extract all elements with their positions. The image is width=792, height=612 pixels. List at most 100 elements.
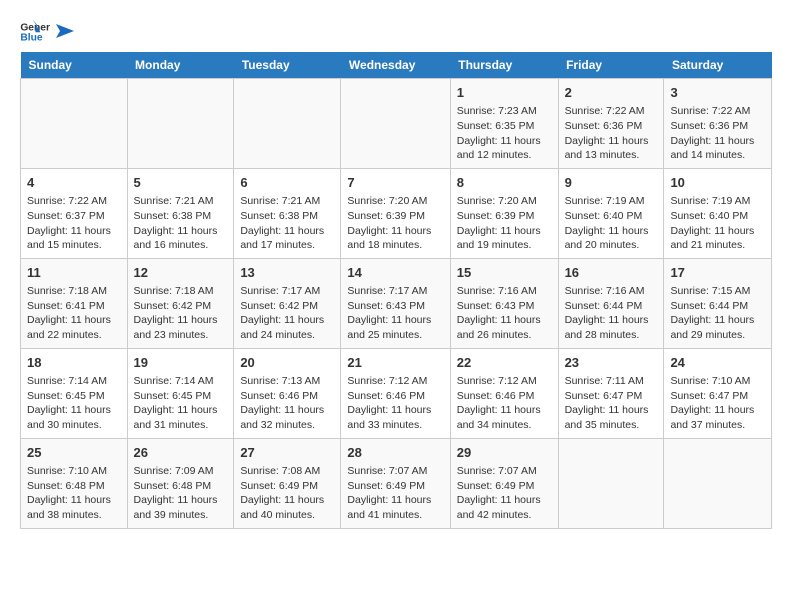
calendar-cell: 27 Sunrise: 7:08 AM Sunset: 6:49 PM Dayli… (234, 438, 341, 528)
day-number: 22 (457, 354, 552, 372)
svg-text:Blue: Blue (20, 33, 43, 42)
cell-content: Sunrise: 7:09 AM Sunset: 6:48 PM Dayligh… (134, 464, 228, 523)
cell-content: Sunrise: 7:07 AM Sunset: 6:49 PM Dayligh… (457, 464, 552, 523)
day-number: 21 (347, 354, 443, 372)
cell-content: Sunrise: 7:21 AM Sunset: 6:38 PM Dayligh… (134, 194, 228, 253)
cell-content: Sunrise: 7:12 AM Sunset: 6:46 PM Dayligh… (457, 374, 552, 433)
calendar-cell: 24 Sunrise: 7:10 AM Sunset: 6:47 PM Dayli… (664, 348, 772, 438)
day-number: 12 (134, 264, 228, 282)
cell-content: Sunrise: 7:22 AM Sunset: 6:36 PM Dayligh… (670, 104, 765, 163)
calendar-cell: 4 Sunrise: 7:22 AM Sunset: 6:37 PM Daylig… (21, 168, 128, 258)
cell-content: Sunrise: 7:11 AM Sunset: 6:47 PM Dayligh… (565, 374, 658, 433)
day-number: 10 (670, 174, 765, 192)
cell-content: Sunrise: 7:18 AM Sunset: 6:42 PM Dayligh… (134, 284, 228, 343)
calendar-cell: 16Sunrise: 7:16 AM Sunset: 6:44 PM Dayli… (558, 258, 664, 348)
calendar-cell (341, 79, 450, 169)
cell-content: Sunrise: 7:14 AM Sunset: 6:45 PM Dayligh… (134, 374, 228, 433)
day-number: 6 (240, 174, 334, 192)
calendar-cell: 8Sunrise: 7:20 AM Sunset: 6:39 PM Daylig… (450, 168, 558, 258)
day-number: 8 (457, 174, 552, 192)
calendar-cell: 17 Sunrise: 7:15 AM Sunset: 6:44 PM Dayli… (664, 258, 772, 348)
day-number: 15 (457, 264, 552, 282)
column-header-friday: Friday (558, 52, 664, 79)
calendar-cell: 20 Sunrise: 7:13 AM Sunset: 6:46 PM Dayli… (234, 348, 341, 438)
cell-content: Sunrise: 7:14 AM Sunset: 6:45 PM Dayligh… (27, 374, 121, 433)
logo-arrow-icon (56, 24, 74, 38)
calendar-cell: 22 Sunrise: 7:12 AM Sunset: 6:46 PM Dayli… (450, 348, 558, 438)
column-header-thursday: Thursday (450, 52, 558, 79)
column-header-tuesday: Tuesday (234, 52, 341, 79)
calendar-cell: 18 Sunrise: 7:14 AM Sunset: 6:45 PM Dayli… (21, 348, 128, 438)
calendar-cell: 26Sunrise: 7:09 AM Sunset: 6:48 PM Dayli… (127, 438, 234, 528)
cell-content: Sunrise: 7:19 AM Sunset: 6:40 PM Dayligh… (565, 194, 658, 253)
calendar-week-row: 4 Sunrise: 7:22 AM Sunset: 6:37 PM Daylig… (21, 168, 772, 258)
cell-content: Sunrise: 7:22 AM Sunset: 6:36 PM Dayligh… (565, 104, 658, 163)
calendar-cell: 7Sunrise: 7:20 AM Sunset: 6:39 PM Daylig… (341, 168, 450, 258)
calendar-cell: 19 Sunrise: 7:14 AM Sunset: 6:45 PM Dayli… (127, 348, 234, 438)
cell-content: Sunrise: 7:21 AM Sunset: 6:38 PM Dayligh… (240, 194, 334, 253)
column-header-saturday: Saturday (664, 52, 772, 79)
calendar-cell: 28Sunrise: 7:07 AM Sunset: 6:49 PM Dayli… (341, 438, 450, 528)
calendar-cell: 1 Sunrise: 7:23 AM Sunset: 6:35 PM Daylig… (450, 79, 558, 169)
calendar-cell: 11 Sunrise: 7:18 AM Sunset: 6:41 PM Dayli… (21, 258, 128, 348)
logo-icon: General Blue (20, 20, 50, 42)
cell-content: Sunrise: 7:19 AM Sunset: 6:40 PM Dayligh… (670, 194, 765, 253)
cell-content: Sunrise: 7:16 AM Sunset: 6:43 PM Dayligh… (457, 284, 552, 343)
calendar-table: SundayMondayTuesdayWednesdayThursdayFrid… (20, 52, 772, 529)
cell-content: Sunrise: 7:22 AM Sunset: 6:37 PM Dayligh… (27, 194, 121, 253)
cell-content: Sunrise: 7:23 AM Sunset: 6:35 PM Dayligh… (457, 104, 552, 163)
calendar-cell: 14Sunrise: 7:17 AM Sunset: 6:43 PM Dayli… (341, 258, 450, 348)
calendar-cell: 2 Sunrise: 7:22 AM Sunset: 6:36 PM Daylig… (558, 79, 664, 169)
cell-content: Sunrise: 7:17 AM Sunset: 6:42 PM Dayligh… (240, 284, 334, 343)
day-number: 23 (565, 354, 658, 372)
calendar-cell (127, 79, 234, 169)
calendar-cell: 15 Sunrise: 7:16 AM Sunset: 6:43 PM Dayli… (450, 258, 558, 348)
day-number: 18 (27, 354, 121, 372)
cell-content: Sunrise: 7:10 AM Sunset: 6:48 PM Dayligh… (27, 464, 121, 523)
cell-content: Sunrise: 7:08 AM Sunset: 6:49 PM Dayligh… (240, 464, 334, 523)
calendar-week-row: 11 Sunrise: 7:18 AM Sunset: 6:41 PM Dayli… (21, 258, 772, 348)
calendar-cell: 21Sunrise: 7:12 AM Sunset: 6:46 PM Dayli… (341, 348, 450, 438)
cell-content: Sunrise: 7:15 AM Sunset: 6:44 PM Dayligh… (670, 284, 765, 343)
calendar-cell: 29 Sunrise: 7:07 AM Sunset: 6:49 PM Dayli… (450, 438, 558, 528)
cell-content: Sunrise: 7:10 AM Sunset: 6:47 PM Dayligh… (670, 374, 765, 433)
column-header-sunday: Sunday (21, 52, 128, 79)
cell-content: Sunrise: 7:13 AM Sunset: 6:46 PM Dayligh… (240, 374, 334, 433)
column-header-monday: Monday (127, 52, 234, 79)
day-number: 1 (457, 84, 552, 102)
day-number: 11 (27, 264, 121, 282)
svg-text:General: General (20, 22, 50, 33)
calendar-cell (21, 79, 128, 169)
day-number: 20 (240, 354, 334, 372)
day-number: 19 (134, 354, 228, 372)
calendar-cell: 23 Sunrise: 7:11 AM Sunset: 6:47 PM Dayli… (558, 348, 664, 438)
calendar-cell: 12 Sunrise: 7:18 AM Sunset: 6:42 PM Dayli… (127, 258, 234, 348)
day-number: 17 (670, 264, 765, 282)
day-number: 29 (457, 444, 552, 462)
logo: General Blue (20, 20, 74, 42)
calendar-week-row: 1 Sunrise: 7:23 AM Sunset: 6:35 PM Daylig… (21, 79, 772, 169)
cell-content: Sunrise: 7:07 AM Sunset: 6:49 PM Dayligh… (347, 464, 443, 523)
day-number: 13 (240, 264, 334, 282)
calendar-cell: 6 Sunrise: 7:21 AM Sunset: 6:38 PM Daylig… (234, 168, 341, 258)
cell-content: Sunrise: 7:17 AM Sunset: 6:43 PM Dayligh… (347, 284, 443, 343)
calendar-cell: 3Sunrise: 7:22 AM Sunset: 6:36 PM Daylig… (664, 79, 772, 169)
day-number: 7 (347, 174, 443, 192)
day-number: 4 (27, 174, 121, 192)
day-number: 25 (27, 444, 121, 462)
day-number: 24 (670, 354, 765, 372)
calendar-cell: 5 Sunrise: 7:21 AM Sunset: 6:38 PM Daylig… (127, 168, 234, 258)
column-header-wednesday: Wednesday (341, 52, 450, 79)
day-number: 5 (134, 174, 228, 192)
day-number: 2 (565, 84, 658, 102)
day-number: 27 (240, 444, 334, 462)
day-number: 16 (565, 264, 658, 282)
calendar-cell: 9 Sunrise: 7:19 AM Sunset: 6:40 PM Daylig… (558, 168, 664, 258)
day-number: 9 (565, 174, 658, 192)
calendar-week-row: 25 Sunrise: 7:10 AM Sunset: 6:48 PM Dayli… (21, 438, 772, 528)
calendar-cell (664, 438, 772, 528)
calendar-cell (234, 79, 341, 169)
calendar-week-row: 18 Sunrise: 7:14 AM Sunset: 6:45 PM Dayli… (21, 348, 772, 438)
cell-content: Sunrise: 7:18 AM Sunset: 6:41 PM Dayligh… (27, 284, 121, 343)
calendar-header-row: SundayMondayTuesdayWednesdayThursdayFrid… (21, 52, 772, 79)
